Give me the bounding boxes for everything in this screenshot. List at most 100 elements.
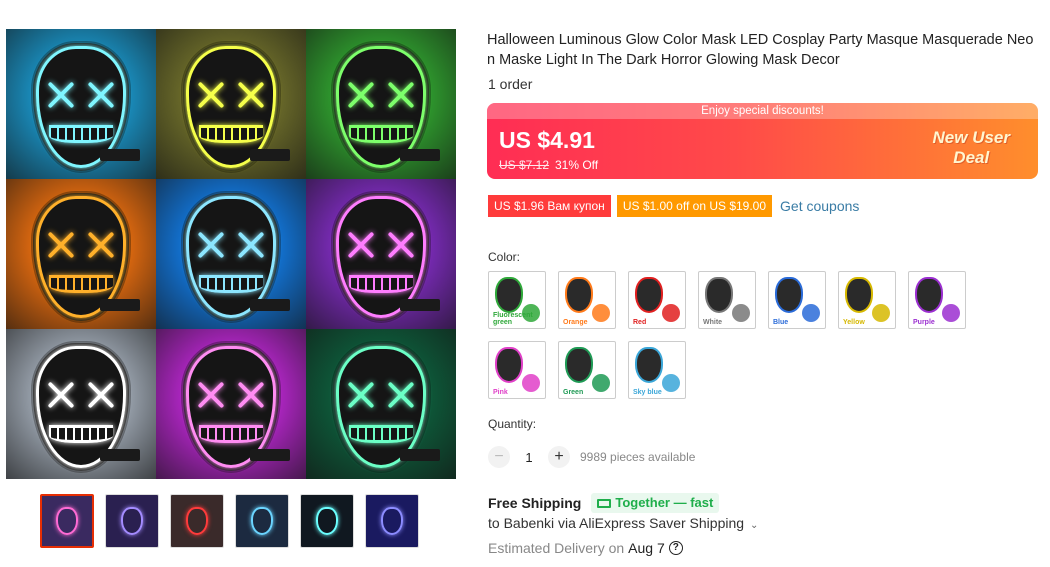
color-option-fluorescent-green[interactable]: Fluorescent green [488,271,546,329]
truck-icon [597,498,612,508]
swatch-mask-image [915,277,943,313]
product-image-gallery[interactable] [6,29,456,479]
swatch-mask-image [565,277,593,313]
battery-box [100,449,140,461]
new-user-line2: Deal [953,148,990,167]
swatch-label: Red [633,319,647,326]
quantity-decrease-button[interactable]: − [488,446,510,468]
shipping-destination[interactable]: to Babenki via AliExpress Saver Shipping… [488,515,758,531]
swatch-glow-image [522,374,540,392]
color-option-red[interactable]: Red [628,271,686,329]
quantity-increase-button[interactable]: + [548,446,570,468]
thumbnail-mask-image [121,507,143,535]
gallery-cell [156,329,306,479]
battery-box [100,299,140,311]
coupon-badge-2[interactable]: US $1.00 off on US $19.00 [616,195,773,217]
thumbnail-4[interactable] [235,494,289,548]
thumbnail-mask-image [316,507,338,535]
thumbnail-mask-image [251,507,273,535]
swatch-label: Orange [563,319,588,326]
chevron-down-icon: ⌄ [749,520,759,531]
swatch-glow-image [662,374,680,392]
gallery-cell [156,179,306,329]
swatch-mask-image [845,277,873,313]
gallery-cell [306,29,456,179]
swatch-mask-image [495,347,523,383]
battery-box [100,149,140,161]
delivery-date: Aug 7 [628,540,665,556]
swatch-label: Pink [493,389,508,396]
color-option-sky-blue[interactable]: Sky blue [628,341,686,399]
current-price: US $4.91 [499,127,595,153]
color-option-blue[interactable]: Blue [768,271,826,329]
thumbnail-mask-image [186,507,208,535]
quantity-label: Quantity: [488,417,537,431]
thumbnail-strip [40,494,419,548]
swatch-mask-image [565,347,593,383]
color-swatches: Fluorescent green Orange Red White Blue Yello… [488,271,988,399]
swatch-glow-image [732,304,750,322]
price-banner: Enjoy special discounts! US $4.91 US $7.… [487,103,1038,179]
shipping-destination-text: to Babenki via AliExpress Saver Shipping [488,515,745,531]
get-coupons-link[interactable]: Get coupons [780,198,859,214]
battery-box [250,449,290,461]
together-fast-label: Together — fast [615,495,714,510]
swatch-glow-image [872,304,890,322]
color-label: Color: [488,250,521,264]
color-option-purple[interactable]: Purple [908,271,966,329]
battery-box [250,299,290,311]
swatch-glow-image [592,304,610,322]
help-icon[interactable]: ? [668,541,683,555]
new-user-line1: New User [932,128,1010,147]
gallery-cell [6,329,156,479]
gallery-cell [306,329,456,479]
coupon-row: US $1.96 Вам купон US $1.00 off on US $1… [488,195,859,217]
swatch-mask-image [635,347,663,383]
coupon-badge-1[interactable]: US $1.96 Вам купон [488,195,611,217]
gallery-cell [6,29,156,179]
swatch-label: White [703,319,723,326]
swatch-glow-image [942,304,960,322]
battery-box [400,449,440,461]
discount-percent: 31% Off [555,158,599,172]
order-count: 1 order [488,76,533,92]
new-user-deal-badge: New User Deal [933,128,1010,168]
color-option-green[interactable]: Green [558,341,616,399]
gallery-cell [6,179,156,329]
discount-strip: Enjoy special discounts! [487,103,1038,119]
color-option-yellow[interactable]: Yellow [838,271,896,329]
swatch-glow-image [592,374,610,392]
color-option-white[interactable]: White [698,271,756,329]
battery-box [250,149,290,161]
thumbnail-6[interactable] [365,494,419,548]
swatch-label: Green [563,389,584,396]
thumbnail-5[interactable] [300,494,354,548]
swatch-mask-image [635,277,663,313]
estimated-delivery: Estimated Delivery on Aug 7 ? [488,540,683,556]
thumbnail-2[interactable] [105,494,159,548]
thumbnail-1[interactable] [40,494,94,548]
swatch-label: Fluorescent green [493,312,533,326]
color-option-orange[interactable]: Orange [558,271,616,329]
swatch-label: Sky blue [633,389,662,396]
pieces-available: 9989 pieces available [580,450,696,464]
battery-box [400,299,440,311]
swatch-mask-image [495,277,523,313]
gallery-cell [156,29,306,179]
thumbnail-3[interactable] [170,494,224,548]
battery-box [400,149,440,161]
swatch-label: Yellow [843,319,865,326]
swatch-mask-image [705,277,733,313]
quantity-value[interactable]: 1 [520,450,538,465]
estimated-delivery-label: Estimated Delivery on [488,540,625,556]
quantity-stepper: − 1 + 9989 pieces available [488,446,695,468]
gallery-cell [306,179,456,329]
swatch-glow-image [802,304,820,322]
swatch-label: Purple [913,319,935,326]
product-title: Halloween Luminous Glow Color Mask LED C… [487,32,1034,68]
swatch-glow-image [662,304,680,322]
swatch-mask-image [775,277,803,313]
shipping-row: Free Shipping Together — fast [488,493,720,513]
color-option-pink[interactable]: Pink [488,341,546,399]
together-fast-badge: Together — fast [591,493,720,513]
